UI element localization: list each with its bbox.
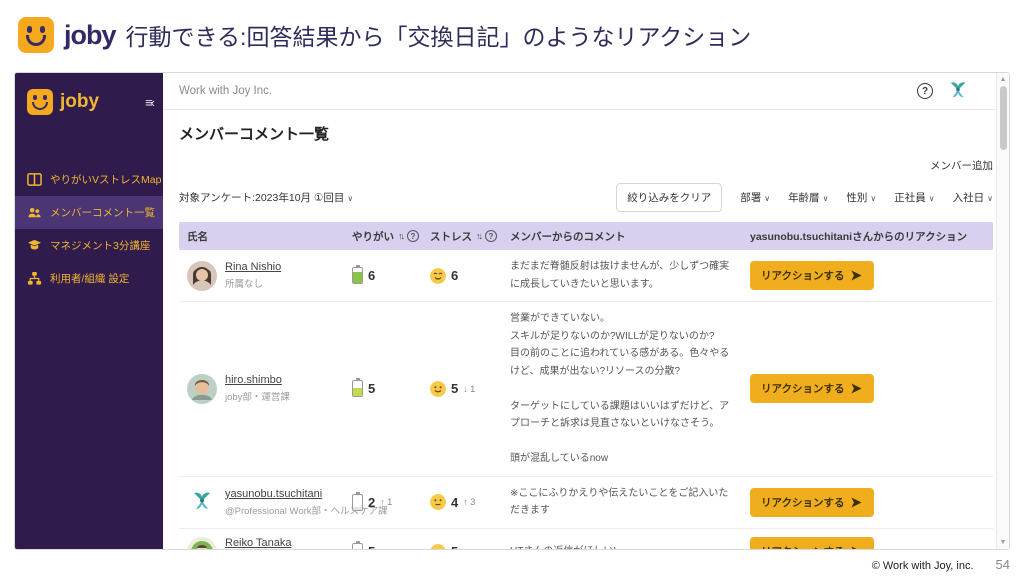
sidebar-item-member-comments[interactable]: メンバーコメント一覧: [15, 196, 163, 229]
member-comment: まだまだ脊髄反射は抜けませんが、少しずつ確実に成長していきたいと思います。: [510, 258, 750, 293]
slide-footer: © Work with Joy, inc. 54: [872, 557, 1010, 572]
sort-icon[interactable]: ↑↓: [476, 231, 481, 241]
chevron-down-icon: ∨: [870, 194, 876, 203]
scroll-up-icon[interactable]: ▲: [1000, 73, 1007, 86]
joby-logo-icon: [27, 89, 53, 115]
col-yarigai: やりがい: [352, 229, 394, 244]
reaction-button[interactable]: リアクションする: [750, 374, 874, 403]
battery-icon: [352, 380, 363, 397]
topbar: Work with Joy Inc. ?: [163, 73, 1009, 110]
col-name: 氏名: [187, 229, 352, 244]
clear-filter-button[interactable]: 絞り込みをクリア: [616, 183, 722, 212]
bird-logo-icon[interactable]: [947, 80, 969, 103]
chevron-down-icon: ∨: [987, 194, 993, 203]
filter-gender[interactable]: 性別∨: [846, 190, 876, 205]
table-header: 氏名 やりがい ↑↓? ストレス ↑↓? メンバーからのコメント yasunobu.…: [179, 222, 993, 250]
slide-title: 行動できる:回答結果から「交換日記」のようなリアクション: [126, 18, 752, 52]
battery-icon: [352, 494, 363, 511]
filter-employment[interactable]: 正社員∨: [894, 190, 934, 205]
chevron-down-icon: ∨: [823, 194, 829, 203]
emoji-face-icon: [430, 381, 446, 397]
sidebar-item-label: やりがいVストレスMap: [50, 172, 161, 187]
col-reaction: yasunobu.tsuchitaniさんからのリアクション: [750, 229, 993, 244]
filter-department[interactable]: 部署∨: [740, 190, 770, 205]
reaction-button[interactable]: リアクションする: [750, 537, 874, 549]
member-dept: 所属なし: [225, 276, 281, 290]
chevron-down-icon: ∨: [929, 194, 935, 203]
table-row: yasunobu.tsuchitani @Professional Work部・…: [179, 477, 993, 529]
member-name-link[interactable]: hiro.shimbo: [225, 374, 290, 386]
sidebar-item-map[interactable]: やりがいVストレスMap: [15, 163, 163, 196]
avatar: [187, 487, 217, 517]
help-icon[interactable]: ?: [485, 230, 497, 242]
help-icon[interactable]: ?: [407, 230, 419, 242]
chevron-down-icon: ∨: [764, 194, 770, 203]
table-row: Reiko Tanaka Professional Work部・RPO課 5 5…: [179, 529, 993, 550]
avatar: [187, 261, 217, 291]
send-icon: [850, 269, 863, 282]
content: メンバーコメント一覧 メンバー追加 対象アンケート:2023年10月 ①回目∨ …: [163, 110, 1009, 549]
org-settings-icon: [27, 271, 42, 286]
copyright: © Work with Joy, inc.: [872, 560, 974, 572]
emoji-face-icon: [430, 268, 446, 284]
help-icon[interactable]: ?: [917, 83, 933, 99]
joby-wordmark: joby: [64, 20, 116, 51]
member-name-link[interactable]: Reiko Tanaka: [225, 537, 351, 549]
reaction-button[interactable]: リアクションする: [750, 261, 874, 290]
send-icon: [850, 496, 863, 509]
sidebar-item-label: 利用者/組織 設定: [50, 271, 129, 286]
app-window: joby ≡‹ やりがいVストレスMap メンバーコメント一覧: [14, 72, 1010, 550]
battery-icon: [352, 267, 363, 284]
member-comment: 営業ができていない。 スキルが足りないのか?WILLが足りないのか? 目の前のこ…: [510, 310, 750, 468]
member-name-link[interactable]: Rina Nishio: [225, 261, 281, 273]
members-icon: [27, 205, 42, 220]
col-stress: ストレス: [430, 229, 472, 244]
filter-age-group[interactable]: 年齢層∨: [788, 190, 828, 205]
filter-join-date[interactable]: 入社日∨: [953, 190, 993, 205]
company-name: Work with Joy Inc.: [179, 85, 272, 97]
joby-logo-icon: [18, 17, 54, 53]
page-number: 54: [996, 557, 1010, 572]
chevron-down-icon: ∨: [347, 194, 353, 203]
sidebar-header: joby ≡‹: [15, 73, 163, 125]
sort-icon[interactable]: ↑↓: [398, 231, 403, 241]
slide-header: joby 行動できる:回答結果から「交換日記」のようなリアクション: [0, 0, 1024, 58]
send-icon: [850, 545, 863, 549]
scrollbar-thumb[interactable]: [1000, 86, 1007, 150]
table-row: Rina Nishio 所属なし 6 6 まだまだ脊髄反射は抜けませんが、少しず…: [179, 250, 993, 302]
add-member-link[interactable]: メンバー追加: [930, 160, 993, 172]
main-area: Work with Joy Inc. ? メンバーコメント一覧 メンバー追加 対…: [163, 73, 1009, 549]
page-title: メンバーコメント一覧: [179, 123, 993, 144]
member-dept: joby部・運営課: [225, 389, 290, 403]
scrollbar[interactable]: ▲ ▼: [996, 73, 1009, 549]
avatar: [187, 537, 217, 550]
sidebar: joby ≡‹ やりがいVストレスMap メンバーコメント一覧: [15, 73, 163, 549]
member-comment: UTさんの返信がほしい!: [510, 543, 750, 549]
map-icon: [27, 172, 42, 187]
emoji-face-icon: [430, 544, 446, 550]
filter-row: 対象アンケート:2023年10月 ①回目∨ 絞り込みをクリア 部署∨ 年齢層∨ …: [179, 183, 993, 212]
collapse-sidebar-icon[interactable]: ≡‹: [145, 95, 153, 110]
scroll-down-icon[interactable]: ▼: [1000, 536, 1007, 549]
sidebar-nav: やりがいVストレスMap メンバーコメント一覧 マネジメント3分講座: [15, 163, 163, 295]
member-comment: ※ここにふりかえりや伝えたいことをご記入いただきます: [510, 485, 750, 520]
sidebar-item-org-settings[interactable]: 利用者/組織 設定: [15, 262, 163, 295]
sidebar-item-management-course[interactable]: マネジメント3分講座: [15, 229, 163, 262]
survey-select[interactable]: 対象アンケート:2023年10月 ①回目∨: [179, 190, 353, 205]
sidebar-item-label: メンバーコメント一覧: [50, 205, 155, 220]
slide: joby 行動できる:回答結果から「交換日記」のようなリアクション joby ≡…: [0, 0, 1024, 576]
reaction-button[interactable]: リアクションする: [750, 488, 874, 517]
send-icon: [850, 382, 863, 395]
emoji-face-icon: [430, 494, 446, 510]
sidebar-item-label: マネジメント3分講座: [50, 238, 150, 253]
joby-wordmark: joby: [60, 91, 138, 113]
battery-icon: [352, 543, 363, 549]
avatar: [187, 374, 217, 404]
col-comment: メンバーからのコメント: [510, 229, 750, 244]
table-row: hiro.shimbo joby部・運営課 5 5↓ 1 営業ができていない。 …: [179, 302, 993, 477]
course-icon: [27, 238, 42, 253]
